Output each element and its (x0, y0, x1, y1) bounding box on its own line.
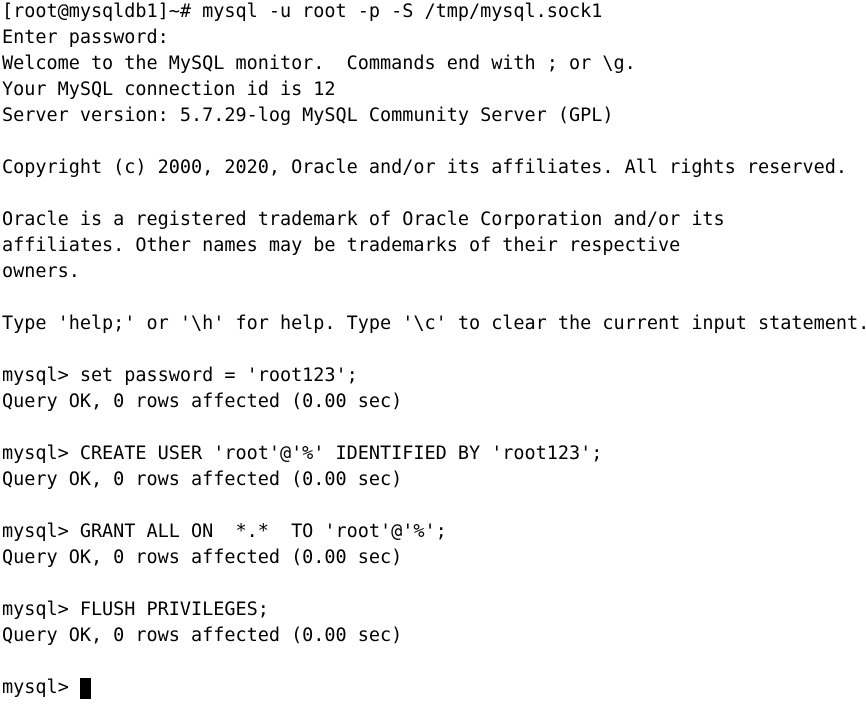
terminal-line: affiliates. Other names may be trademark… (2, 235, 681, 256)
terminal-prompt-line[interactable]: mysql> (2, 675, 866, 701)
block-cursor[interactable] (79, 677, 91, 699)
terminal-output-area[interactable]: [root@mysqldb1]~# mysql -u root -p -S /t… (2, 0, 866, 701)
terminal-line: Enter password: (2, 27, 169, 48)
terminal-line: Your MySQL connection id is 12 (2, 79, 336, 100)
terminal-line: mysql> FLUSH PRIVILEGES; (2, 599, 269, 620)
terminal-line: Type 'help;' or '\h' for help. Type '\c'… (2, 313, 866, 334)
terminal-line: Oracle is a registered trademark of Orac… (2, 209, 725, 230)
terminal-line: owners. (2, 261, 80, 282)
terminal-line: Query OK, 0 rows affected (0.00 sec) (2, 469, 403, 490)
terminal-line: Copyright (c) 2000, 2020, Oracle and/or … (2, 157, 847, 178)
terminal-line: Query OK, 0 rows affected (0.00 sec) (2, 547, 403, 568)
terminal-line: Query OK, 0 rows affected (0.00 sec) (2, 625, 403, 646)
terminal-line: mysql> CREATE USER 'root'@'%' IDENTIFIED… (2, 443, 603, 464)
terminal-line: Query OK, 0 rows affected (0.00 sec) (2, 391, 403, 412)
mysql-prompt: mysql> (2, 677, 80, 698)
terminal-window[interactable]: [root@mysqldb1]~# mysql -u root -p -S /t… (0, 0, 866, 710)
terminal-line: Welcome to the MySQL monitor. Commands e… (2, 53, 636, 74)
terminal-line: Server version: 5.7.29-log MySQL Communi… (2, 105, 614, 126)
terminal-line: mysql> set password = 'root123'; (2, 365, 358, 386)
terminal-line: mysql> GRANT ALL ON *.* TO 'root'@'%'; (2, 521, 447, 542)
terminal-line: [root@mysqldb1]~# mysql -u root -p -S /t… (2, 1, 603, 22)
